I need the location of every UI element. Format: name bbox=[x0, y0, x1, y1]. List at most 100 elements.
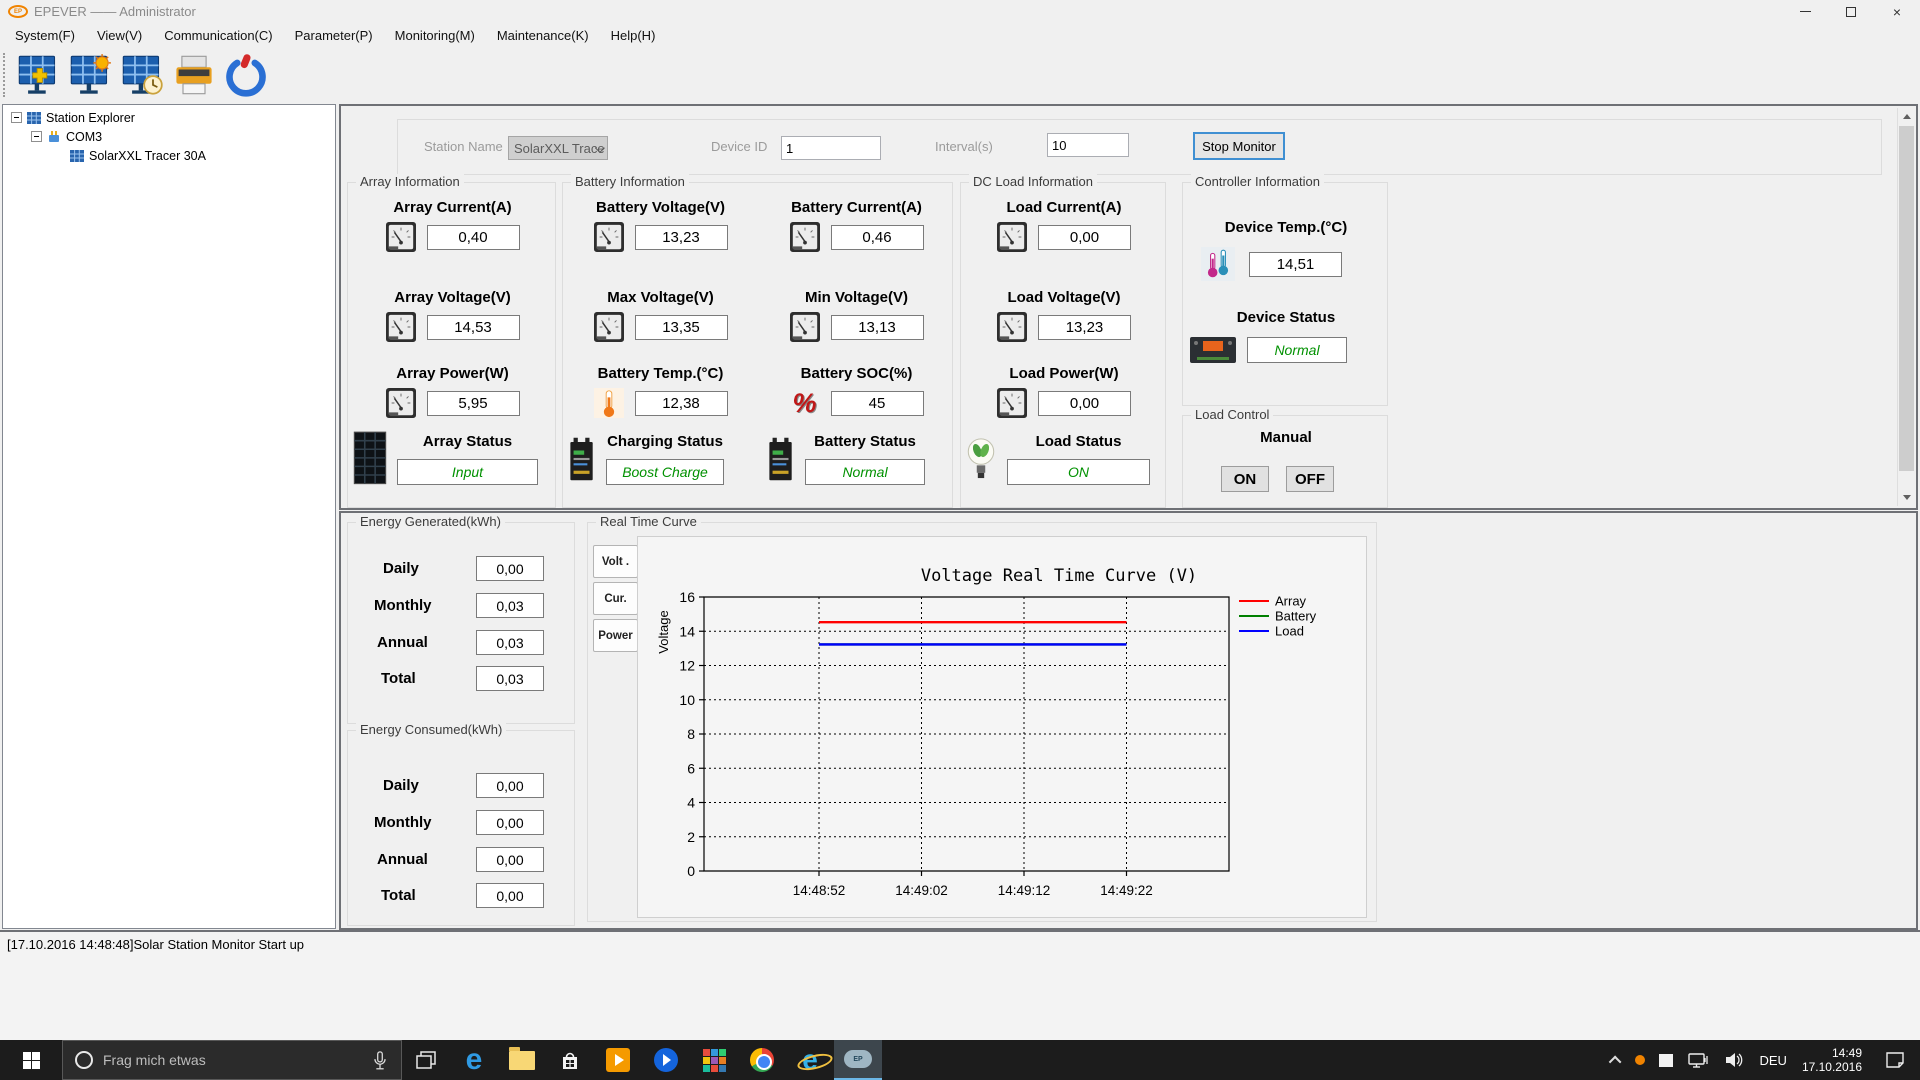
menu-item-system[interactable]: System(F) bbox=[4, 24, 86, 47]
array-status-value: Input bbox=[397, 459, 538, 485]
svg-text:16: 16 bbox=[679, 589, 695, 605]
taskbar-store[interactable] bbox=[546, 1040, 594, 1080]
svg-text:Voltage: Voltage bbox=[656, 610, 671, 653]
exit-button[interactable] bbox=[220, 51, 272, 99]
start-button[interactable] bbox=[0, 1040, 62, 1080]
solar-device-icon bbox=[69, 149, 85, 163]
toolbar bbox=[0, 48, 1920, 101]
arrow-down-icon bbox=[1902, 495, 1911, 500]
tray-network[interactable] bbox=[1680, 1040, 1716, 1080]
taskbar-internet-explorer[interactable]: e bbox=[786, 1040, 834, 1080]
close-button[interactable]: × bbox=[1874, 0, 1920, 23]
device-id-input[interactable] bbox=[781, 136, 881, 160]
action-center-button[interactable] bbox=[1870, 1040, 1920, 1080]
menu-item-parameter[interactable]: Parameter(P) bbox=[284, 24, 384, 47]
epever-taskbar-icon: EP bbox=[844, 1050, 872, 1068]
menu-item-maintenance[interactable]: Maintenance(K) bbox=[486, 24, 600, 47]
solar-panel-clock-icon bbox=[120, 53, 163, 95]
device-temp-value: 14,51 bbox=[1249, 251, 1342, 277]
taskbar-search[interactable]: Frag mich etwas bbox=[62, 1040, 402, 1080]
tree-item-label: COM3 bbox=[66, 129, 103, 144]
main-content: Station Explorer COM3 SolarXXL Tracer 30… bbox=[0, 101, 1920, 1040]
tray-volume[interactable] bbox=[1716, 1040, 1752, 1080]
collapse-icon[interactable] bbox=[11, 112, 22, 123]
battery-voltage-value: 13,23 bbox=[634, 224, 728, 250]
print-button[interactable] bbox=[168, 51, 220, 99]
menu-item-communication[interactable]: Communication(C) bbox=[153, 24, 283, 47]
scrollbar-thumb[interactable] bbox=[1899, 126, 1914, 471]
tab-power[interactable]: Power bbox=[593, 619, 638, 652]
tree-item-station-explorer[interactable]: Station Explorer bbox=[3, 108, 335, 127]
svg-text:14:49:12: 14:49:12 bbox=[998, 883, 1051, 898]
taskbar-chrome[interactable] bbox=[738, 1040, 786, 1080]
menu-item-view[interactable]: View(V) bbox=[86, 24, 153, 47]
daily-generated-value: 0,00 bbox=[476, 556, 544, 581]
menu-item-monitoring[interactable]: Monitoring(M) bbox=[384, 24, 486, 47]
add-station-button[interactable] bbox=[12, 51, 64, 99]
epever-logo-icon: EP bbox=[8, 5, 28, 18]
window-title: EPEVER —— Administrator bbox=[34, 4, 196, 19]
array-information-title: Array Information bbox=[356, 174, 464, 189]
battery-temp-value: 12,38 bbox=[634, 390, 728, 416]
daily-label: Daily bbox=[383, 777, 419, 794]
voltage-chart: 0 2 4 6 8 10 12 14 16 14:48:52 14:49:02 14:49:12 14:… bbox=[656, 566, 1317, 898]
svg-text:2: 2 bbox=[687, 829, 695, 845]
scroll-down-button[interactable] bbox=[1898, 489, 1915, 506]
menu-item-help[interactable]: Help(H) bbox=[600, 24, 667, 47]
svg-text:14:49:02: 14:49:02 bbox=[895, 883, 948, 898]
monitor-station-button[interactable] bbox=[64, 51, 116, 99]
maximize-icon bbox=[1846, 6, 1856, 17]
tab-current[interactable]: Cur. bbox=[593, 582, 638, 615]
battery-temp-label: Battery Temp.(°C) bbox=[597, 365, 724, 382]
taskbar-media-player[interactable] bbox=[594, 1040, 642, 1080]
dc-load-information-groupbox: DC Load Information Load Current(A) 0,00… bbox=[960, 174, 1166, 508]
tray-app[interactable] bbox=[1652, 1040, 1680, 1080]
battery-icon bbox=[564, 435, 598, 483]
load-on-button[interactable]: ON bbox=[1221, 466, 1269, 492]
tab-volt[interactable]: Volt . bbox=[593, 545, 638, 578]
maximize-button[interactable] bbox=[1828, 0, 1874, 23]
taskbar: Frag mich etwas e e EP DEU 14:49 17.10.2… bbox=[0, 1040, 1920, 1080]
array-voltage-label: Array Voltage(V) bbox=[394, 289, 511, 306]
svg-text:14:48:52: 14:48:52 bbox=[793, 883, 846, 898]
interval-input[interactable] bbox=[1047, 133, 1129, 157]
array-information-groupbox: Array Information Array Current(A) 0,40 … bbox=[347, 174, 556, 508]
tray-expand-button[interactable] bbox=[1605, 1040, 1628, 1080]
vertical-scrollbar[interactable] bbox=[1897, 108, 1914, 506]
tray-antivirus[interactable] bbox=[1628, 1040, 1652, 1080]
array-power-value: 5,95 bbox=[426, 390, 520, 416]
taskbar-epever-active[interactable]: EP bbox=[834, 1040, 882, 1080]
task-view-button[interactable] bbox=[402, 1040, 450, 1080]
svg-text:Load: Load bbox=[1275, 624, 1304, 639]
load-off-button[interactable]: OFF bbox=[1286, 466, 1334, 492]
gauge-icon bbox=[997, 222, 1027, 252]
taskbar-clock[interactable]: 14:49 17.10.2016 bbox=[1794, 1046, 1870, 1074]
tree-item-device[interactable]: SolarXXL Tracer 30A bbox=[3, 146, 335, 165]
tree-item-com3[interactable]: COM3 bbox=[3, 127, 335, 146]
language-indicator[interactable]: DEU bbox=[1752, 1040, 1793, 1080]
monitor-panel: Station Name SolarXXL Trace Device ID In… bbox=[339, 104, 1918, 510]
schedule-station-button[interactable] bbox=[116, 51, 168, 99]
controller-information-groupbox: Controller Information Device Temp.(°C) … bbox=[1182, 174, 1388, 406]
taskbar-edge[interactable]: e bbox=[450, 1040, 498, 1080]
taskbar-app-grid[interactable] bbox=[690, 1040, 738, 1080]
taskbar-file-explorer[interactable] bbox=[498, 1040, 546, 1080]
annual-label: Annual bbox=[377, 851, 428, 868]
controller-device-icon bbox=[1189, 335, 1237, 365]
svg-text:14: 14 bbox=[679, 623, 695, 639]
titlebar: EP EPEVER —— Administrator × bbox=[0, 0, 1920, 23]
scroll-up-button[interactable] bbox=[1898, 108, 1915, 125]
collapse-icon[interactable] bbox=[31, 131, 42, 142]
stop-monitor-button[interactable]: Stop Monitor bbox=[1193, 132, 1285, 160]
array-current-label: Array Current(A) bbox=[393, 199, 512, 216]
energy-generated-title: Energy Generated(kWh) bbox=[356, 514, 505, 529]
max-voltage-value: 13,35 bbox=[634, 314, 728, 340]
minimize-button[interactable] bbox=[1782, 0, 1828, 23]
gauge-icon bbox=[594, 312, 624, 342]
taskbar-video-player[interactable] bbox=[642, 1040, 690, 1080]
settings-groupbox: Station Name SolarXXL Trace Device ID In… bbox=[397, 119, 1882, 175]
energy-consumed-title: Energy Consumed(kWh) bbox=[356, 722, 507, 737]
load-power-label: Load Power(W) bbox=[1009, 365, 1119, 382]
controller-information-title: Controller Information bbox=[1191, 174, 1324, 189]
charging-status-value: Boost Charge bbox=[606, 459, 724, 485]
